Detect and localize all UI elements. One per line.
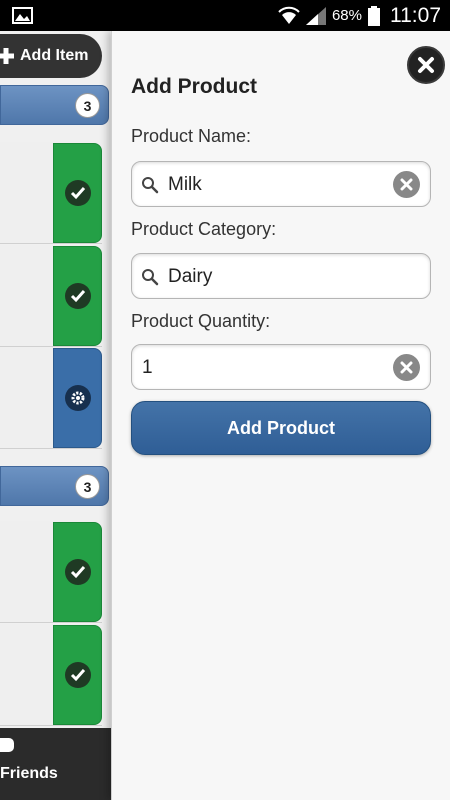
clear-product-name-button[interactable] bbox=[393, 171, 420, 198]
count-badge: 3 bbox=[75, 474, 100, 499]
product-name-field[interactable]: Milk bbox=[131, 161, 431, 207]
product-quantity-value[interactable]: 1 bbox=[142, 357, 153, 379]
list-group-header[interactable]: 3 bbox=[0, 466, 109, 506]
product-name-label: Product Name: bbox=[131, 126, 252, 146]
clear-icon bbox=[400, 178, 413, 191]
list-item[interactable] bbox=[0, 521, 102, 623]
clear-icon bbox=[400, 361, 413, 374]
product-category-field[interactable]: Dairy bbox=[131, 253, 431, 299]
status-bar: 68% 11:07 bbox=[0, 0, 450, 31]
product-category-value[interactable]: Dairy bbox=[168, 266, 212, 288]
check-icon bbox=[70, 566, 85, 579]
shopping-list-background: Add Item 3 3 Friends bbox=[0, 31, 112, 800]
panel-title: Add Product bbox=[131, 75, 257, 98]
wifi-icon bbox=[278, 6, 300, 24]
clear-quantity-button[interactable] bbox=[393, 354, 420, 381]
gear-icon bbox=[71, 391, 84, 405]
add-item-label: Add Item bbox=[20, 47, 89, 64]
add-product-panel: Add Product Product Name: Milk Product C… bbox=[111, 31, 450, 800]
gallery-icon bbox=[12, 7, 33, 24]
signal-icon bbox=[305, 6, 326, 25]
count-badge: 3 bbox=[75, 93, 100, 118]
product-quantity-label: Product Quantity: bbox=[131, 311, 271, 331]
nav-friends-label[interactable]: Friends bbox=[0, 765, 58, 783]
battery-percent: 68% bbox=[331, 7, 362, 24]
check-button[interactable] bbox=[53, 522, 102, 622]
add-product-button[interactable]: Add Product bbox=[131, 401, 431, 455]
plus-icon bbox=[0, 48, 14, 64]
search-icon bbox=[142, 269, 159, 286]
check-icon bbox=[70, 187, 85, 200]
close-icon bbox=[418, 57, 434, 73]
list-item[interactable] bbox=[0, 347, 102, 449]
list-item[interactable] bbox=[0, 142, 102, 244]
check-button[interactable] bbox=[53, 143, 102, 243]
battery-icon bbox=[368, 5, 380, 26]
add-item-button[interactable]: Add Item bbox=[0, 34, 102, 78]
close-button[interactable] bbox=[407, 46, 445, 84]
list-item[interactable] bbox=[0, 245, 102, 347]
list-item[interactable] bbox=[0, 624, 102, 726]
list-group-header[interactable]: 3 bbox=[0, 85, 109, 125]
check-icon bbox=[70, 290, 85, 303]
clock: 11:07 bbox=[390, 3, 441, 27]
product-name-value[interactable]: Milk bbox=[168, 174, 202, 196]
bottom-nav: Friends bbox=[0, 728, 112, 800]
product-category-label: Product Category: bbox=[131, 219, 277, 239]
chat-icon bbox=[0, 738, 14, 752]
check-icon bbox=[70, 669, 85, 682]
check-button[interactable] bbox=[53, 246, 102, 346]
product-quantity-field[interactable]: 1 bbox=[131, 344, 431, 390]
search-icon bbox=[142, 177, 159, 194]
settings-button[interactable] bbox=[53, 348, 102, 448]
check-button[interactable] bbox=[53, 625, 102, 725]
